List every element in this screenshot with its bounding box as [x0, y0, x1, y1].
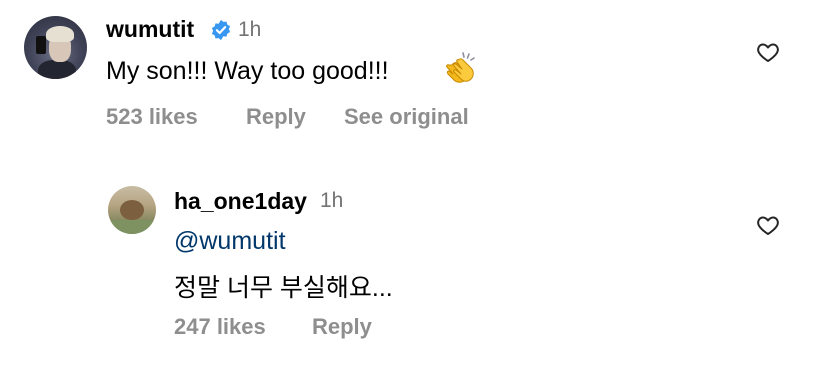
comment-likes-count[interactable]: 523 likes [106, 104, 198, 130]
avatar-figure [38, 60, 76, 79]
avatar-phone [36, 36, 46, 54]
comment-timestamp: 1h [238, 18, 262, 41]
avatar-wumutit[interactable] [24, 16, 87, 79]
reply-likes-count[interactable]: 247 likes [174, 314, 266, 340]
comment-like-heart-icon[interactable] [756, 40, 780, 64]
reply-like-heart-icon[interactable] [756, 213, 780, 237]
comment-reply-button[interactable]: Reply [246, 104, 306, 130]
reply-mention-link[interactable]: @wumutit [174, 227, 286, 256]
reply-username[interactable]: ha_one1day [174, 188, 307, 215]
reply-timestamp: 1h [320, 189, 344, 212]
avatar-ha_one1day[interactable] [108, 186, 156, 234]
verified-badge-icon [211, 19, 231, 41]
reply-text: 정말 너무 부실해요... [174, 274, 393, 302]
avatar-grass [108, 220, 156, 234]
clapping-hands-icon [446, 52, 475, 83]
see-original-button[interactable]: See original [344, 104, 469, 130]
comment-username[interactable]: wumutit [106, 16, 194, 43]
reply-reply-button[interactable]: Reply [312, 314, 372, 340]
avatar-hair [46, 26, 74, 42]
comment-text: My son!!! Way too good!!! [106, 57, 389, 85]
avatar-tree [120, 200, 144, 220]
